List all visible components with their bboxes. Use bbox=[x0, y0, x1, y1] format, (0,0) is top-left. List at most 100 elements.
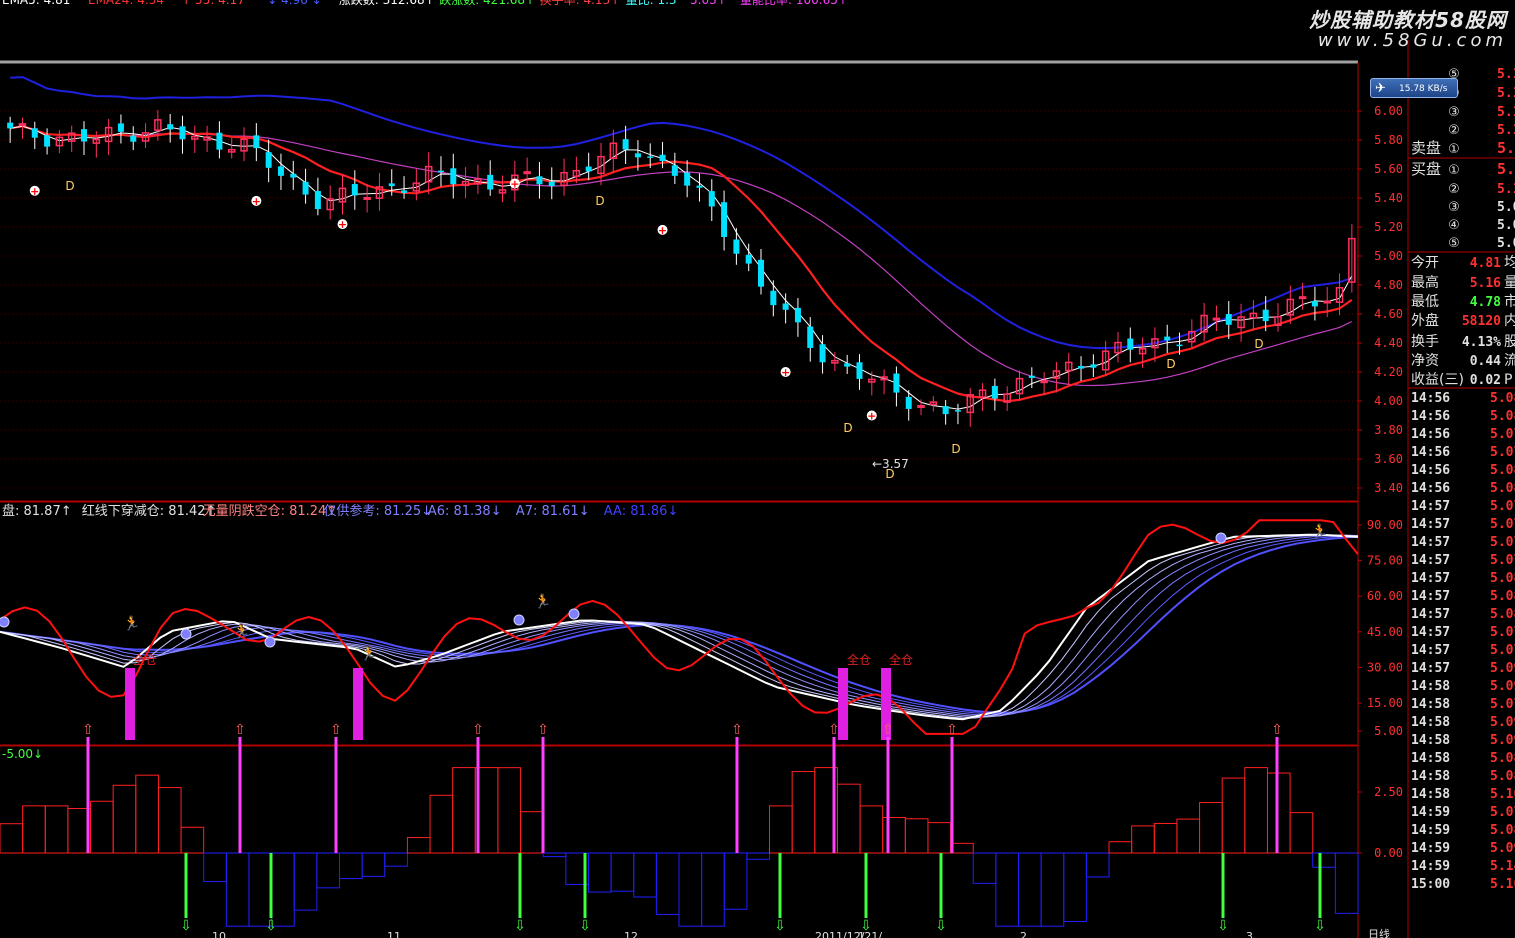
d-mark: D bbox=[595, 194, 604, 208]
tick-price: 5.09 bbox=[1490, 661, 1515, 676]
d-mark: D bbox=[1254, 337, 1263, 351]
up-arrow-icon: ⇧ bbox=[882, 722, 894, 738]
buy-price: 5.0 bbox=[1497, 218, 1515, 233]
network-speed: 15.78 KB/s bbox=[1399, 84, 1448, 94]
candle-body bbox=[450, 168, 457, 185]
buy-label: 买盘 bbox=[1411, 160, 1441, 178]
tick-price: 5.10 bbox=[1490, 877, 1515, 892]
candle-body bbox=[1225, 314, 1232, 325]
histogram-bar bbox=[406, 837, 431, 854]
candle-body bbox=[807, 326, 814, 348]
stat-value: 58120 bbox=[1462, 314, 1501, 329]
tick-time: 14:57 bbox=[1411, 535, 1450, 550]
buy-signal-cross: + bbox=[781, 366, 790, 379]
price-tick: 4.60 bbox=[1374, 307, 1403, 321]
up-arrow-icon: ⇧ bbox=[537, 722, 549, 738]
runner-icon: 🏃 bbox=[123, 615, 140, 632]
stat-value: 0.02 bbox=[1470, 373, 1501, 388]
sell-price: 5.1 bbox=[1497, 67, 1515, 82]
runner-icon: 🏃 bbox=[1311, 523, 1328, 540]
stat-tail: 股 bbox=[1504, 334, 1515, 350]
histogram-bar bbox=[135, 774, 159, 854]
candlestick-pane[interactable]: +++++++DDDDDD←3.57D bbox=[7, 76, 1356, 481]
candle-body bbox=[917, 404, 925, 408]
candle-body bbox=[179, 126, 186, 140]
candle-body bbox=[684, 172, 691, 186]
watermark-title: 炒股辅助教材58股网 bbox=[1309, 8, 1507, 32]
d-mark: D bbox=[65, 179, 74, 193]
stock-chart[interactable]: EMA5: 4.81 EMA24: 4.54 ↑ 55: 4.17 ↓ 4.96 ↓ 涨… bbox=[0, 0, 1515, 938]
header-indicator: EMA5: 4.81 bbox=[2, 0, 70, 7]
tick-time: 14:58 bbox=[1411, 787, 1450, 802]
date-label: 2 bbox=[1020, 930, 1027, 938]
candle-body bbox=[634, 153, 641, 158]
candle-body bbox=[302, 181, 309, 195]
sell-level: ③ bbox=[1448, 105, 1460, 120]
header-indicator: 量能比率: 100.65↑ bbox=[740, 0, 848, 7]
candle-body bbox=[733, 239, 740, 254]
up-arrow-icon: ⇧ bbox=[472, 722, 484, 738]
tick-price: 5.09 bbox=[1490, 715, 1515, 730]
histogram-bar bbox=[1153, 822, 1178, 854]
sell-level: ① bbox=[1448, 142, 1460, 157]
histogram-bar bbox=[1199, 802, 1223, 854]
histogram-bar bbox=[723, 852, 748, 910]
candle-body bbox=[1323, 300, 1331, 304]
tick-price: 5.09 bbox=[1490, 841, 1515, 856]
network-speed-widget[interactable]: ✈ 15.78 KB/s bbox=[1370, 78, 1458, 98]
osc-header-value: 红线下穿减仓: 81.42↑ bbox=[82, 503, 217, 519]
up-arrow-icon: ⇧ bbox=[1271, 722, 1283, 738]
histogram-bar bbox=[859, 805, 884, 854]
candle-body bbox=[401, 190, 408, 193]
tick-time: 14:57 bbox=[1411, 643, 1450, 658]
histogram-bar bbox=[633, 852, 657, 898]
moving-average-lines bbox=[10, 76, 1353, 410]
up-arrow-icon: ⇧ bbox=[731, 722, 743, 738]
header-indicator: EMA24: 4.54 bbox=[88, 0, 164, 7]
candle-body bbox=[117, 123, 124, 132]
histogram-bar bbox=[520, 811, 544, 854]
candle-body bbox=[536, 176, 543, 185]
histogram-bar bbox=[995, 852, 1019, 927]
osc-tick: 60.00 bbox=[1367, 589, 1403, 603]
tick-time: 14:57 bbox=[1411, 589, 1450, 604]
down-arrow-icon: ⇩ bbox=[1217, 918, 1229, 934]
buy-level: ④ bbox=[1448, 218, 1460, 233]
sell-price: 5.1 bbox=[1497, 86, 1515, 101]
stat-tail: 量 bbox=[1504, 275, 1515, 291]
stat-label: 今开 bbox=[1411, 255, 1439, 271]
osc-header-value: 无量阴跌空仓: 81.24↑ bbox=[203, 503, 338, 519]
signal-marks: +++++++DDDDDD←3.57D bbox=[29, 178, 1264, 481]
tick-time: 14:56 bbox=[1411, 409, 1450, 424]
price-tick: 3.60 bbox=[1374, 452, 1403, 466]
tick-price: 5.08 bbox=[1490, 607, 1515, 622]
stat-label: 收益(三) bbox=[1411, 372, 1464, 388]
up-arrow-icon: ⇧ bbox=[234, 722, 246, 738]
tick-time: 14:57 bbox=[1411, 553, 1450, 568]
tick-time: 14:58 bbox=[1411, 679, 1450, 694]
osc-header-value: AA: 81.86↓ bbox=[604, 504, 679, 519]
oscillator-pane[interactable]: 盘: 81.87↑ 红线下穿减仓: 81.42↑无量阴跌空仓: 81.24↑仅供参… bbox=[0, 503, 1359, 740]
tick-time: 14:57 bbox=[1411, 571, 1450, 586]
tick-price: 5.07 bbox=[1490, 697, 1515, 712]
up-arrow-icon: ⇧ bbox=[946, 722, 958, 738]
tick-time: 14:58 bbox=[1411, 769, 1450, 784]
candle-body bbox=[437, 170, 444, 173]
full-position-label: 全仓 bbox=[847, 652, 871, 667]
macd-tick: 0.00 bbox=[1374, 846, 1403, 860]
histogram-bar bbox=[157, 787, 182, 854]
candle-body bbox=[253, 135, 260, 149]
date-label: 11 bbox=[387, 930, 401, 938]
stat-tail: 内 bbox=[1504, 313, 1515, 329]
bird-icon: ✈ bbox=[1375, 81, 1386, 96]
stat-value: 0.44 bbox=[1470, 354, 1501, 369]
buy-signal-cross: + bbox=[867, 410, 876, 423]
tick-time: 14:56 bbox=[1411, 481, 1450, 496]
tick-time: 14:59 bbox=[1411, 805, 1450, 820]
candle-body bbox=[819, 344, 826, 363]
candle-body bbox=[277, 166, 284, 176]
runner-icon: 🏃 bbox=[233, 623, 250, 640]
stat-tail: 均 bbox=[1504, 255, 1515, 271]
histogram-pane[interactable]: -5.00↓⇧ ⇧ ⇧ ⇧ ⇧ ⇧ ⇧ ⇧ ⇧ ⇧⇩ ⇩ ⇩ ⇩ ⇩ ⇩ ⇩ ⇩ ⇩10 11 12 2011/12/2… bbox=[0, 722, 1359, 938]
histogram-bar bbox=[497, 767, 522, 854]
